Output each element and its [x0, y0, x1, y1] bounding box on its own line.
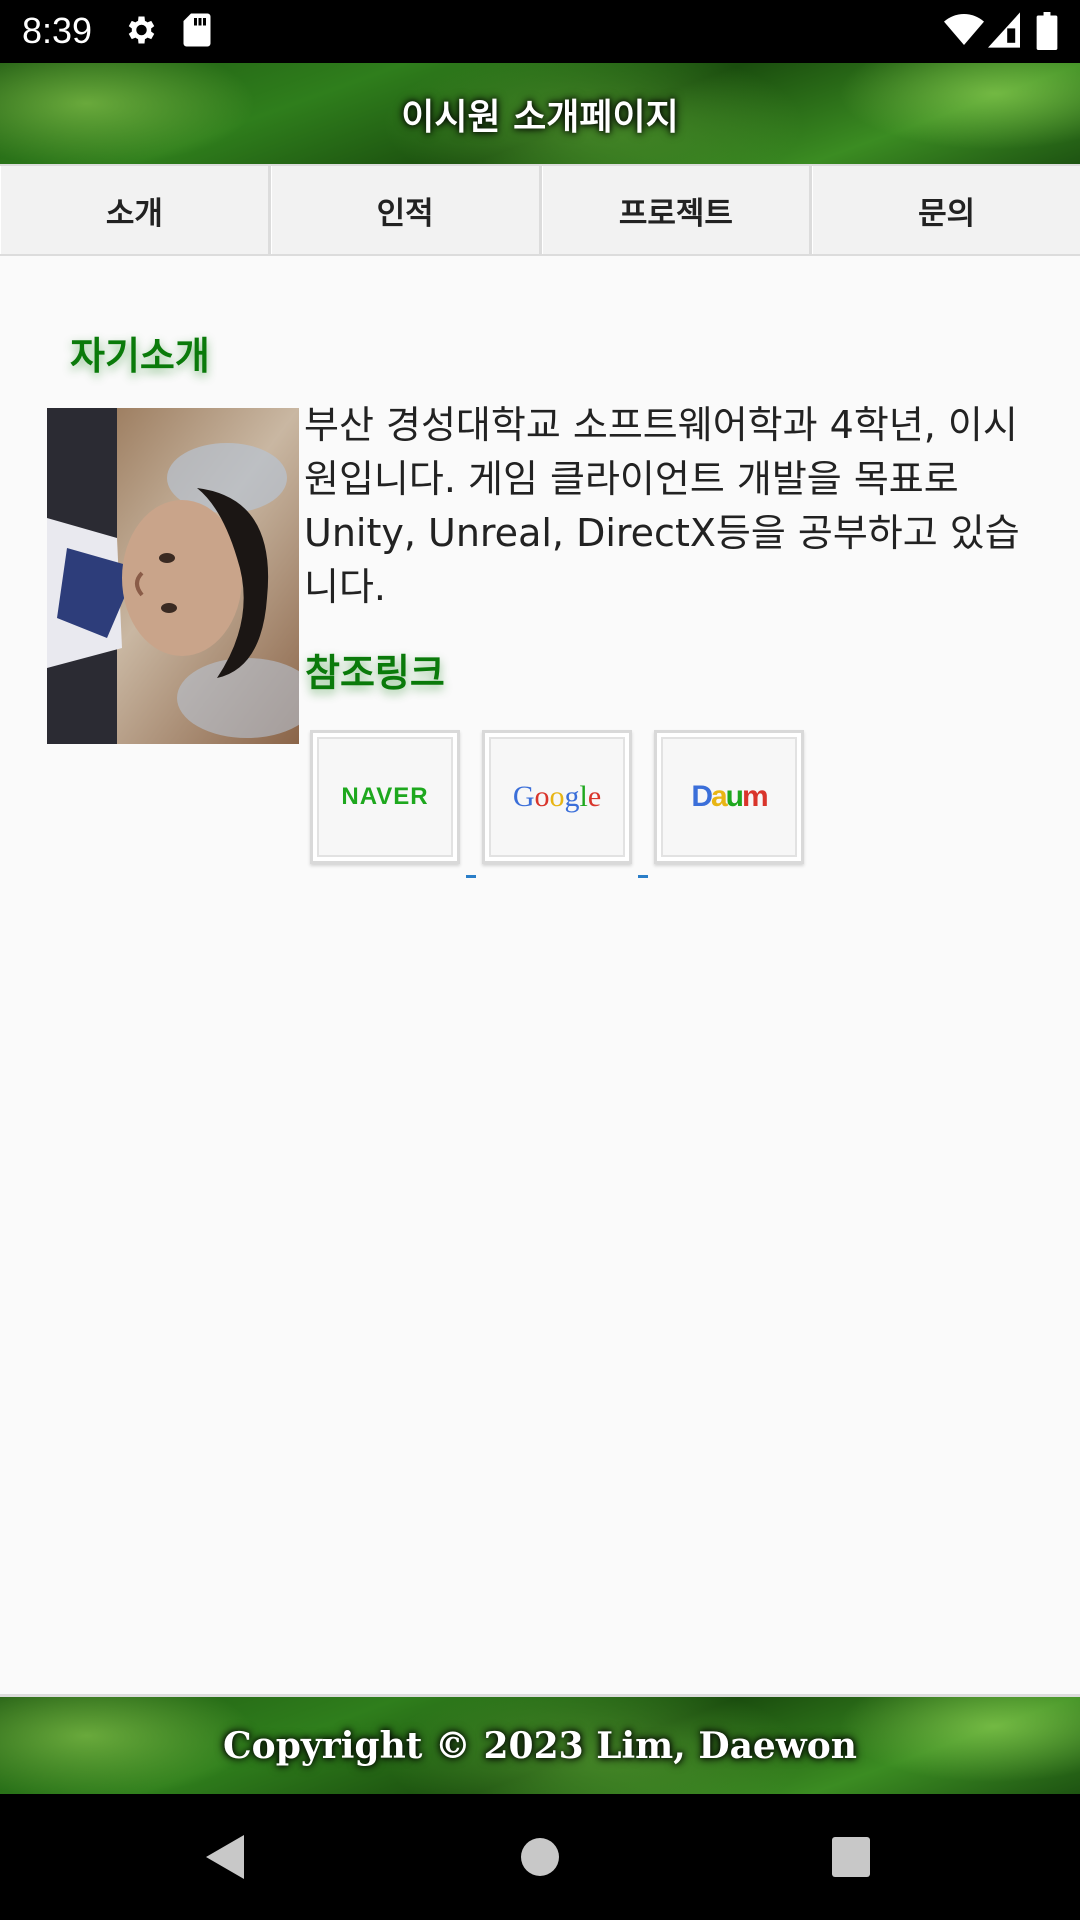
page-header: 이시원 소개페이지 [0, 63, 1080, 164]
profile-photo [47, 408, 299, 744]
intro-heading: 자기소개 [70, 334, 210, 378]
battery-icon [1036, 12, 1058, 54]
naver-logo[interactable]: NAVER [310, 730, 460, 864]
home-icon[interactable] [520, 1832, 560, 1886]
gear-icon [122, 12, 158, 52]
sd-card-icon [182, 12, 212, 52]
navigation-bar [0, 1794, 1080, 1920]
page-title: 이시원 소개페이지 [401, 96, 679, 138]
tab-projects[interactable]: 프로젝트 [541, 166, 813, 254]
copyright-text: Copyright © 2023 Lim, Daewon [223, 1724, 857, 1767]
naver-link[interactable]: NAVER [310, 730, 476, 878]
google-label: Google [512, 780, 602, 813]
wifi-icon [944, 12, 984, 52]
reference-links: NAVER Google Daum [310, 730, 804, 878]
link-underline [466, 875, 476, 878]
signal-icon [988, 12, 1020, 52]
daum-link[interactable]: Daum [654, 730, 804, 864]
back-icon[interactable] [204, 1832, 248, 1886]
tab-contact[interactable]: 문의 [812, 166, 1080, 254]
link-underline [638, 875, 648, 878]
bio-text: 부산 경성대학교 소프트웨어학과 4학년, 이시원입니다. 게임 클라이언트 개… [304, 403, 1020, 609]
page-footer: Copyright © 2023 Lim, Daewon [0, 1694, 1080, 1794]
status-time: 8:39 [22, 10, 93, 51]
recents-icon[interactable] [830, 1832, 872, 1886]
google-logo[interactable]: Google [482, 730, 632, 864]
tab-intro[interactable]: 소개 [0, 166, 271, 254]
status-bar: 8:39 [0, 0, 1080, 63]
daum-label: Daum [691, 780, 768, 813]
daum-logo[interactable]: Daum [654, 730, 804, 864]
tab-personal[interactable]: 인적 [270, 166, 542, 254]
naver-label: NAVER [341, 783, 429, 810]
google-link[interactable]: Google [482, 730, 648, 878]
links-heading: 참조링크 [305, 651, 445, 695]
tab-bar: 소개 인적 프로젝트 문의 [0, 164, 1080, 256]
